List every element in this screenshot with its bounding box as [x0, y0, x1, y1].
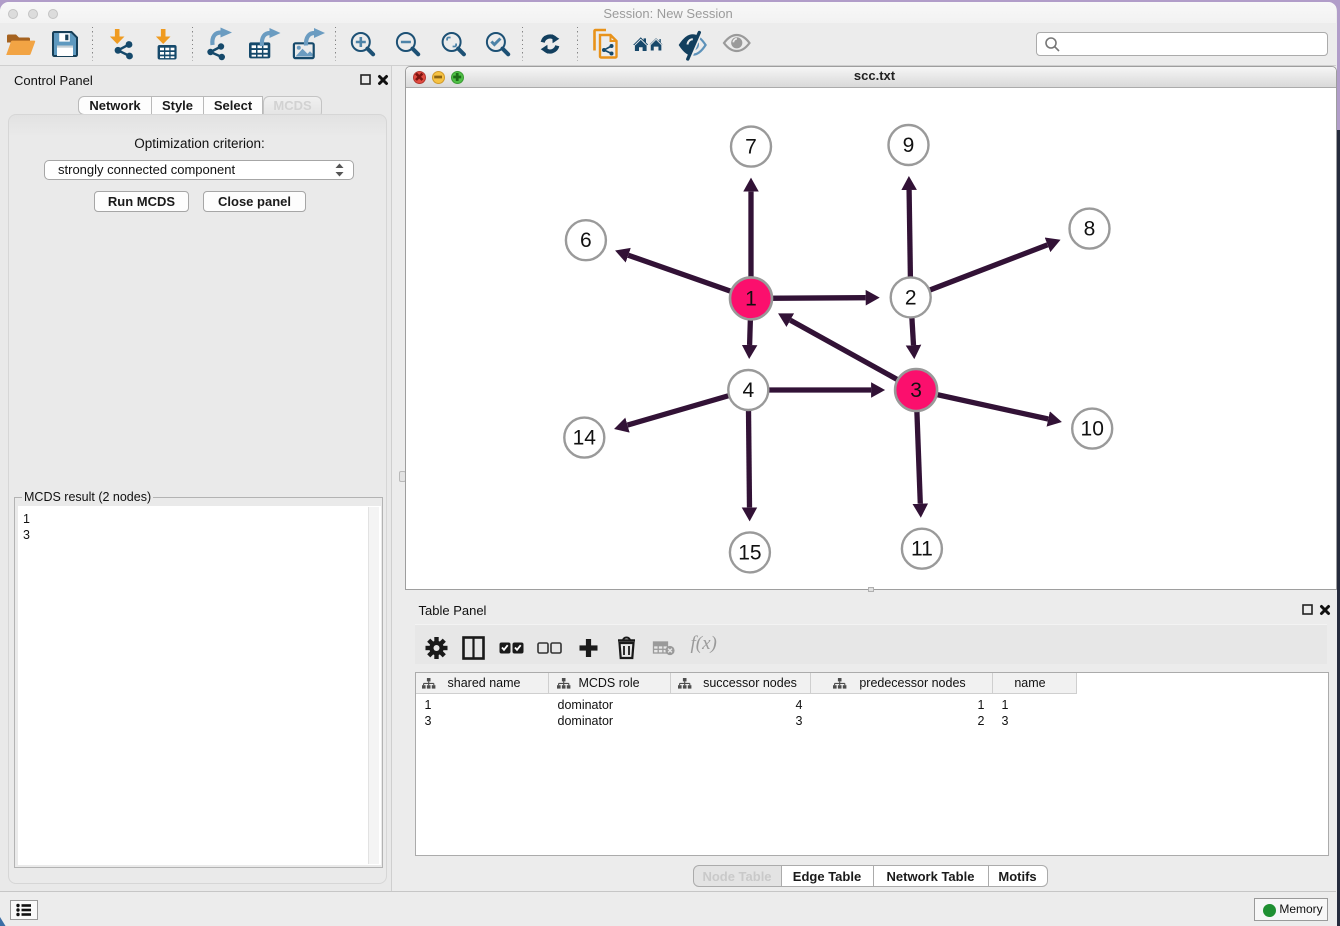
- svg-text:3: 3: [910, 379, 922, 402]
- svg-text:1: 1: [745, 287, 757, 310]
- svg-text:4: 4: [742, 379, 754, 402]
- svg-text:7: 7: [745, 136, 757, 159]
- svg-text:11: 11: [910, 538, 932, 561]
- svg-text:2: 2: [904, 286, 916, 309]
- svg-text:6: 6: [580, 229, 592, 252]
- svg-text:15: 15: [738, 541, 761, 564]
- svg-text:14: 14: [572, 427, 596, 450]
- svg-text:9: 9: [902, 134, 914, 157]
- svg-text:10: 10: [1080, 418, 1103, 441]
- svg-text:8: 8: [1083, 218, 1095, 241]
